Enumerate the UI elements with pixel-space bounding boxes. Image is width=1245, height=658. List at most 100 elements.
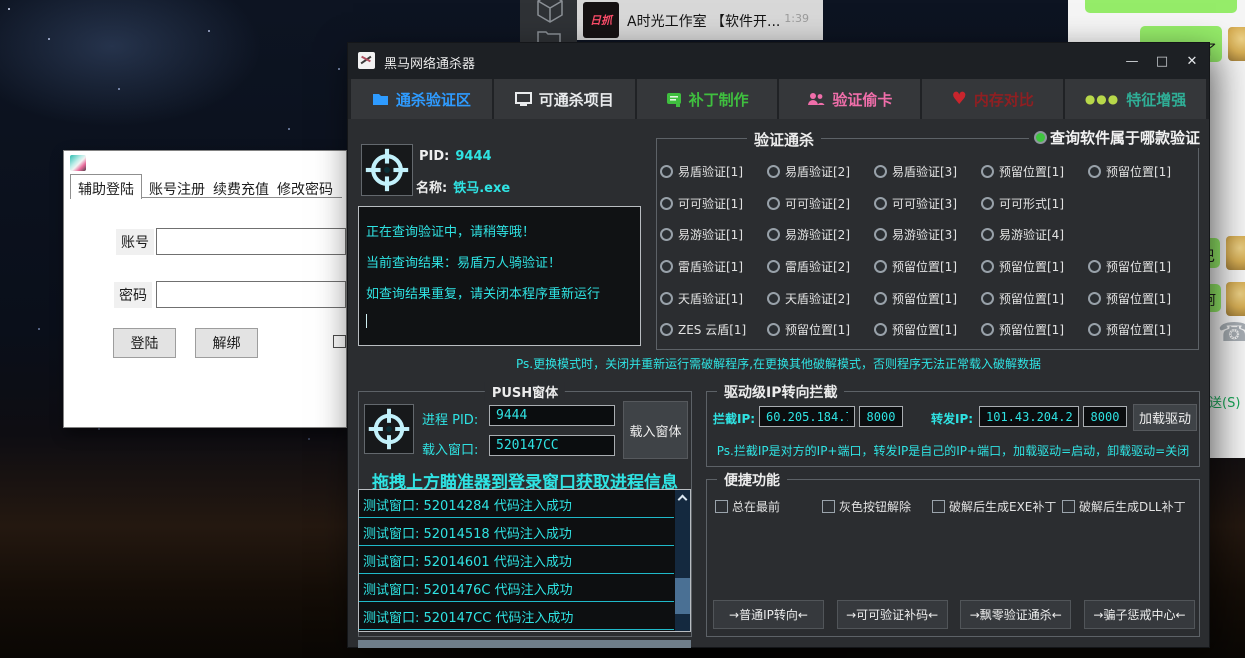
tab-verify-zone[interactable]: 通杀验证区 <box>351 79 492 119</box>
verify-radio[interactable]: 预留位置[1] <box>1088 282 1195 314</box>
verify-radio[interactable]: 预留位置[1] <box>1088 314 1195 346</box>
load-window-button[interactable]: 载入窗体 <box>623 401 688 459</box>
load-window-label: 载入窗口: <box>422 439 478 458</box>
intercept-ip-input[interactable] <box>759 406 855 427</box>
load-driver-button[interactable]: 加载驱动 <box>1133 404 1197 431</box>
scroll-up-icon[interactable] <box>678 495 688 505</box>
tab-change-password[interactable]: 修改密码 <box>270 177 340 199</box>
scrollbar-thumb[interactable] <box>675 578 690 614</box>
verify-radio[interactable]: 雷盾验证[1] <box>660 251 767 283</box>
chat-list-item[interactable]: 日抓 A时光工作室 【软件开... 1:39 <box>577 0 823 40</box>
heart-icon: ♥ <box>952 89 967 109</box>
radio-icon <box>981 292 994 305</box>
verify-radio[interactable]: 预留位置[1] <box>981 314 1088 346</box>
radio-icon <box>767 260 780 273</box>
folder-icon <box>372 92 389 106</box>
phone-icon[interactable]: ☎ <box>1218 318 1245 348</box>
quick-checkbox[interactable]: 总在最前 <box>715 498 822 515</box>
chat-sidebar <box>520 0 577 42</box>
radio-icon <box>874 165 887 178</box>
horizontal-scrollbar[interactable] <box>358 640 691 648</box>
quick-action-button[interactable]: →可可验证补码← <box>837 600 948 629</box>
load-window-input[interactable] <box>489 435 615 456</box>
verify-radio[interactable]: 预留位置[1] <box>981 251 1088 283</box>
radio-icon <box>660 260 673 273</box>
crosshair-target-box[interactable] <box>361 144 413 196</box>
tab-killable-projects[interactable]: 可通杀项目 <box>494 79 635 119</box>
send-button-fragment[interactable]: 送(S) <box>1209 392 1240 411</box>
forward-ip-label: 转发IP: <box>931 410 973 427</box>
process-pid-input[interactable] <box>489 405 615 426</box>
verify-radio[interactable]: 易盾验证[2] <box>767 156 874 188</box>
verify-radio[interactable]: 可可验证[3] <box>874 188 981 220</box>
verify-radio[interactable]: 可可验证[2] <box>767 188 874 220</box>
tab-assist-login[interactable]: 辅助登陆 <box>70 174 142 199</box>
tab-recharge[interactable]: 续费充值 <box>206 177 276 199</box>
verify-radio[interactable]: 预留位置[1] <box>874 314 981 346</box>
forward-port-input[interactable] <box>1083 406 1127 427</box>
main-window: 黑马网络通杀器 — □ ✕ 通杀验证区 可通杀项目 补丁制作 验证偷 <box>347 42 1210 648</box>
verify-radio[interactable]: 可可验证[1] <box>660 188 767 220</box>
login-button[interactable]: 登陆 <box>113 328 176 358</box>
intercept-port-input[interactable] <box>859 406 903 427</box>
verify-radio[interactable]: 易游验证[2] <box>767 219 874 251</box>
verify-radio[interactable]: 雷盾验证[2] <box>767 251 874 283</box>
tab-verify-steal[interactable]: 验证偷卡 <box>779 79 920 119</box>
radio-icon <box>660 292 673 305</box>
verify-radio[interactable]: 预留位置[1] <box>874 282 981 314</box>
titlebar[interactable]: 黑马网络通杀器 — □ ✕ <box>348 43 1209 79</box>
verify-radio[interactable]: 预留位置[1] <box>1088 251 1195 283</box>
verify-radio[interactable]: 预留位置[1] <box>767 314 874 346</box>
query-result-box[interactable]: 正在查询验证中，请稍等哦！ 当前查询结果：易盾万人骑验证！ 如查询结果重复，请关… <box>358 206 641 346</box>
result-line: 如查询结果重复，请关闭本程序重新运行 <box>366 279 633 310</box>
result-line: 当前查询结果：易盾万人骑验证！ <box>366 248 633 279</box>
query-mode-radio[interactable]: 查询软件属于哪款验证 <box>1029 127 1200 148</box>
process-pid-label: 进程 PID: <box>422 409 478 428</box>
close-button[interactable]: ✕ <box>1185 54 1199 69</box>
quick-checkbox[interactable]: 灰色按钮解除 <box>822 498 932 515</box>
pid-value: 9444 <box>455 149 491 164</box>
radio-icon <box>1088 323 1101 336</box>
quick-checkbox[interactable]: 破解后生成EXE补丁 <box>932 498 1062 515</box>
quick-action-button[interactable]: →骗子惩戒中心← <box>1084 600 1195 629</box>
tab-feature-enhance[interactable]: ●●● 特征增强 <box>1065 79 1206 119</box>
mode-note: Ps.更换模式时，关闭并重新运行需破解程序,在更换其他破解模式，否则程序无法正常… <box>348 355 1209 372</box>
quick-action-button[interactable]: →飘零验证通杀← <box>960 600 1071 629</box>
verify-radio[interactable]: 易盾验证[3] <box>874 156 981 188</box>
verify-radio[interactable]: ZES 云盾[1] <box>660 314 767 346</box>
verify-radio[interactable]: 易游验证[4] <box>981 219 1088 251</box>
unbind-button[interactable]: 解绑 <box>195 328 258 358</box>
inject-log-list[interactable]: 测试窗口: 52014284 代码注入成功 测试窗口: 52014518 代码注… <box>358 489 691 632</box>
forward-ip-input[interactable] <box>979 406 1079 427</box>
verify-radio[interactable]: 天盾验证[2] <box>767 282 874 314</box>
quick-checkbox[interactable]: 破解后生成DLL补丁 <box>1062 498 1186 515</box>
verify-radio[interactable]: 易游验证[3] <box>874 219 981 251</box>
radio-icon <box>1088 292 1101 305</box>
tab-memory-compare[interactable]: ♥ 内存对比 <box>922 79 1063 119</box>
verify-radio[interactable]: 预留位置[1] <box>1088 156 1195 188</box>
quick-group-title: 便捷功能 <box>717 470 787 490</box>
checkbox-icon <box>822 500 835 513</box>
log-row: 测试窗口: 52014284 代码注入成功 <box>359 490 674 518</box>
login-checkbox[interactable] <box>333 335 346 348</box>
radio-icon <box>660 228 673 241</box>
verify-radio[interactable]: 预留位置[1] <box>874 251 981 283</box>
scrollbar[interactable] <box>675 490 690 631</box>
verify-radio[interactable]: 易盾验证[1] <box>660 156 767 188</box>
verify-radio[interactable]: 预留位置[1] <box>981 282 1088 314</box>
minimize-button[interactable]: — <box>1125 54 1139 69</box>
radio-icon <box>1088 165 1101 178</box>
quick-action-button[interactable]: →普通IP转向← <box>713 600 824 629</box>
tab-register[interactable]: 账号注册 <box>142 177 212 199</box>
radio-icon <box>874 323 887 336</box>
maximize-button[interactable]: □ <box>1155 54 1169 69</box>
tab-patch-maker[interactable]: 补丁制作 <box>637 79 778 119</box>
password-input[interactable] <box>156 281 346 308</box>
account-input[interactable] <box>156 228 346 255</box>
chat-avatar: 日抓 <box>583 2 619 38</box>
verify-radio[interactable]: 可可形式[1] <box>981 188 1088 220</box>
verify-radio[interactable]: 预留位置[1] <box>981 156 1088 188</box>
verify-radio[interactable]: 天盾验证[1] <box>660 282 767 314</box>
verify-radio[interactable]: 易游验证[1] <box>660 219 767 251</box>
crosshair-drag-handle[interactable] <box>364 404 414 454</box>
